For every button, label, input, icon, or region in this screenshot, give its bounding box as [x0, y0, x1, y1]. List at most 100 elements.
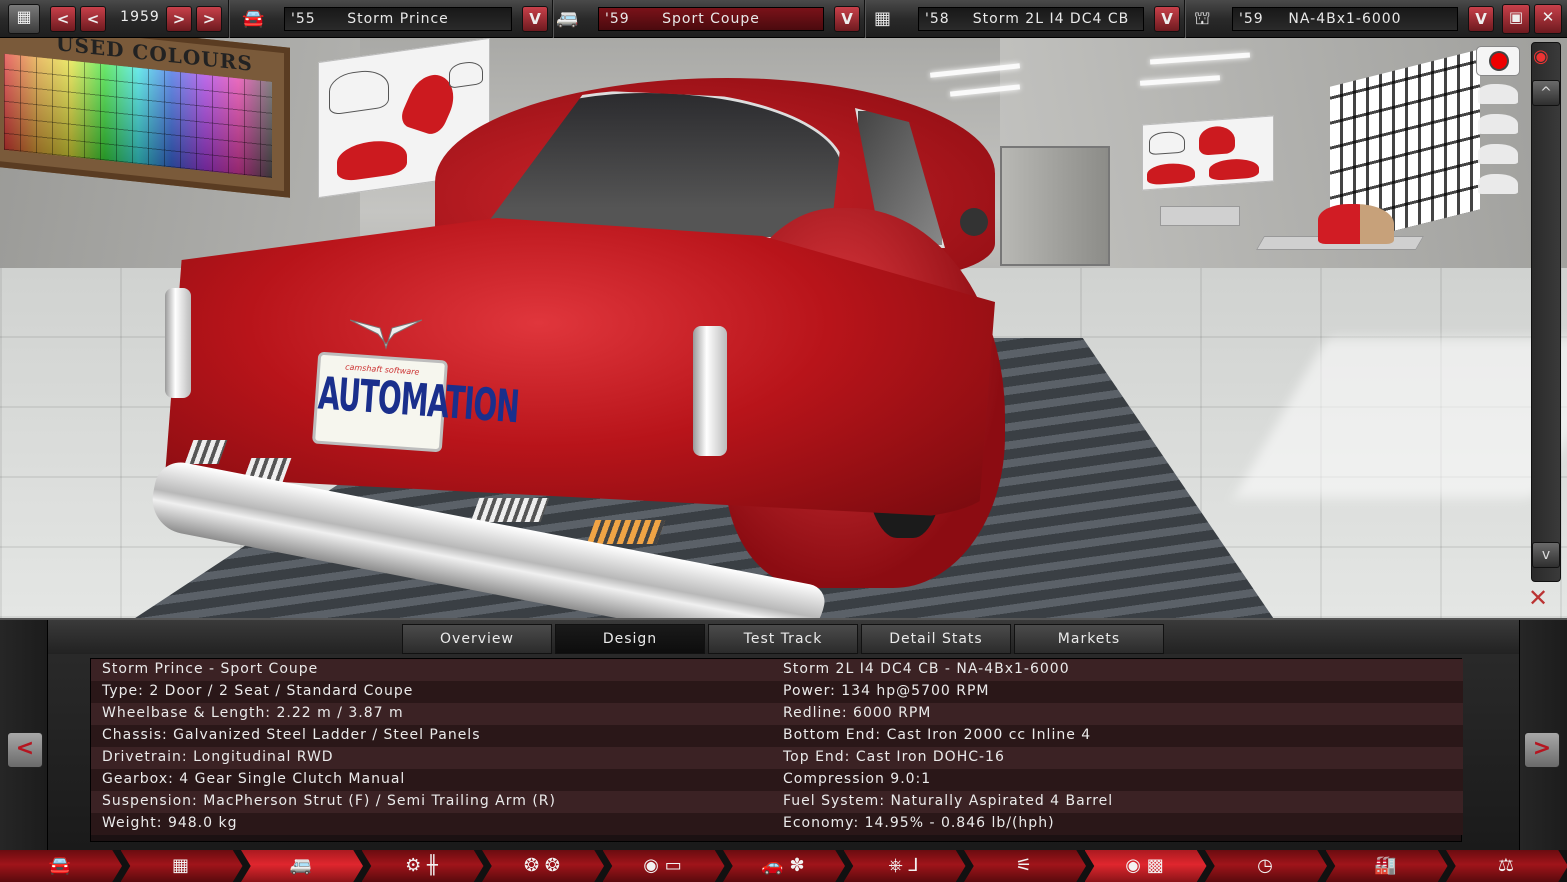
car-gearbox: Gearbox: 4 Gear Single Clutch Manual: [102, 771, 406, 787]
save-icon[interactable]: ▣: [1502, 4, 1530, 34]
engine-dropdown-button[interactable]: V: [1154, 6, 1180, 32]
designer-step-navbar: 🚘 ▦ 🚐 ⚙ ╫ ❂ ❂ ◉ ▭ 🚗 ✽ ⎈ ⅃ ⚟ ◉ ▩ ◷ 🏭 ⚖: [0, 850, 1567, 882]
engine-fuel-system: Fuel System: Naturally Aspirated 4 Barre…: [783, 793, 1114, 809]
tab-test-track[interactable]: Test Track: [708, 624, 858, 654]
tab-design[interactable]: Design: [555, 624, 705, 654]
toolbar-divider: [1184, 0, 1186, 38]
engineering-time-icon: ◷: [1257, 855, 1273, 876]
eye-icon[interactable]: ◉: [1533, 46, 1549, 67]
camera-scroll-up-button[interactable]: ^: [1532, 80, 1560, 106]
nav-step-chassis[interactable]: ▦: [120, 850, 243, 882]
car-name: Storm Prince - Sport Coupe: [102, 661, 319, 677]
trim-selector[interactable]: '59 Sport Coupe: [598, 7, 824, 31]
tab-markets[interactable]: Markets: [1014, 624, 1164, 654]
car-model-3d: camshaft software AUTOMATION: [146, 78, 1005, 618]
nav-step-exhaust[interactable]: ⚟: [964, 850, 1086, 882]
car-model-icon: 🚘: [48, 855, 72, 876]
plate-text: AUTOMATION: [316, 366, 521, 434]
car-chassis: Chassis: Galvanized Steel Ladder / Steel…: [102, 727, 481, 743]
nav-step-aero-fixtures[interactable]: 🚗 ✽: [723, 850, 845, 882]
view-rear-icon[interactable]: [1478, 174, 1518, 194]
engine-name: Storm 2L I4 DC4 CB: [972, 11, 1130, 27]
trim-dropdown-button[interactable]: V: [834, 6, 860, 32]
table-row: Storm Prince - Sport Coupe Storm 2L I4 D…: [91, 659, 1463, 681]
table-row: Gearbox: 4 Gear Single Clutch Manual Com…: [91, 769, 1463, 791]
calendar-icon[interactable]: ▦: [8, 4, 40, 34]
view-side-icon[interactable]: [1478, 114, 1518, 134]
nav-step-test-track[interactable]: ◉ ▩: [1084, 850, 1207, 882]
engine-variant-icon: ⛫: [1194, 8, 1211, 29]
car-taillight-left: [165, 288, 191, 398]
tab-detail-stats[interactable]: Detail Stats: [861, 624, 1011, 654]
engine-compression: Compression 9.0:1: [783, 771, 932, 787]
current-year: 1959: [120, 9, 160, 25]
view-top-icon[interactable]: [1478, 84, 1518, 104]
toolbar-divider: [864, 0, 866, 38]
panel-prev-button[interactable]: <: [7, 732, 43, 768]
nav-step-interior[interactable]: ⎈ ⅃: [843, 850, 966, 882]
engine-variant-dropdown-button[interactable]: V: [1468, 6, 1494, 32]
aero-fixtures-icon: 🚗 ✽: [761, 855, 805, 876]
model-selector[interactable]: '55 Storm Prince: [284, 7, 512, 31]
tab-strip: Overview Design Test Track Detail Stats …: [48, 620, 1519, 654]
license-plate: camshaft software AUTOMATION: [311, 351, 521, 453]
engine-selector[interactable]: '58 Storm 2L I4 DC4 CB: [918, 7, 1144, 31]
nav-step-suspension[interactable]: ⚙ ╫: [361, 850, 484, 882]
table-row: Drivetrain: Longitudinal RWD Top End: Ca…: [91, 747, 1463, 769]
table-row: Suspension: MacPherson Strut (F) / Semi …: [91, 791, 1463, 813]
engine-top-end: Top End: Cast Iron DOHC-16: [783, 749, 1005, 765]
camera-zoom-scrollbar[interactable]: [1531, 42, 1561, 582]
body-design-icon: ◉ ▭: [643, 855, 682, 876]
factory-icon: 🏭: [1374, 855, 1397, 876]
trim-icon: 🚐: [289, 855, 313, 876]
work-desk: [1160, 206, 1240, 226]
engine-bottom-end: Bottom End: Cast Iron 2000 cc Inline 4: [783, 727, 1092, 743]
engine-variant-selector[interactable]: '59 NA-4Bx1-6000: [1232, 7, 1458, 31]
year-next-fast-button[interactable]: >: [196, 6, 222, 32]
panel-next-button[interactable]: >: [1524, 732, 1560, 768]
exhaust-icon: ⚟: [1015, 855, 1033, 876]
car-model-icon: 🚘: [242, 8, 265, 29]
balance-icon: ⚖: [1497, 855, 1515, 876]
car-reflector-chrome: [470, 498, 550, 522]
test-track-icon: ◉ ▩: [1125, 855, 1164, 876]
nav-step-body-design[interactable]: ◉ ▭: [602, 850, 725, 882]
reset-view-icon[interactable]: ✕: [1528, 584, 1548, 612]
model-dropdown-button[interactable]: V: [522, 6, 548, 32]
engine-redline: Redline: 6000 RPM: [783, 705, 932, 721]
table-row: Chassis: Galvanized Steel Ladder / Steel…: [91, 725, 1463, 747]
engine-block-icon: ▦: [874, 8, 892, 29]
close-button[interactable]: ✕: [1534, 4, 1562, 34]
car-weight: Weight: 948.0 kg: [102, 815, 238, 831]
trim-name: Sport Coupe: [662, 11, 760, 27]
view-front-icon[interactable]: [1478, 144, 1518, 164]
top-toolbar: ▦ < < 1959 > > 🚘 '55 Storm Prince V 🚐 '5…: [0, 0, 1567, 38]
car-taillight-right: [693, 326, 727, 456]
nav-step-engineering-time[interactable]: ◷: [1205, 850, 1327, 882]
camera-record-icon[interactable]: [1476, 46, 1520, 76]
camera-scroll-down-button[interactable]: v: [1532, 542, 1560, 568]
suspension-icon: ⚙ ╫: [405, 855, 438, 876]
3d-car-viewport[interactable]: USED COLOURS camshaft software AUTOMATIO…: [0, 38, 1567, 618]
info-panel: Overview Design Test Track Detail Stats …: [0, 618, 1567, 852]
year-prev-fast-button[interactable]: <: [50, 6, 76, 32]
toolbar-divider: [228, 0, 230, 38]
engine-economy: Economy: 14.95% - 0.846 lb/(hph): [783, 815, 1055, 831]
chassis-icon: ▦: [171, 855, 189, 876]
clay-model-car: [1318, 204, 1394, 244]
model-name: Storm Prince: [347, 11, 449, 27]
car-suspension: Suspension: MacPherson Strut (F) / Semi …: [102, 793, 556, 809]
trim-icon: 🚐: [556, 8, 579, 29]
nav-step-factory[interactable]: 🏭: [1325, 850, 1448, 882]
design-poster: [1142, 115, 1274, 191]
year-prev-button[interactable]: <: [80, 6, 106, 32]
engine-power: Power: 134 hp@5700 RPM: [783, 683, 990, 699]
interior-icon: ⎈ ⅃: [888, 855, 919, 876]
tab-overview[interactable]: Overview: [402, 624, 552, 654]
nav-step-balance[interactable]: ⚖: [1446, 850, 1567, 882]
nav-step-trim[interactable]: 🚐: [241, 850, 363, 882]
table-row: Weight: 948.0 kg Economy: 14.95% - 0.846…: [91, 813, 1463, 835]
nav-step-car-model[interactable]: 🚘: [0, 850, 122, 882]
year-next-button[interactable]: >: [166, 6, 192, 32]
nav-step-wheels[interactable]: ❂ ❂: [482, 850, 604, 882]
